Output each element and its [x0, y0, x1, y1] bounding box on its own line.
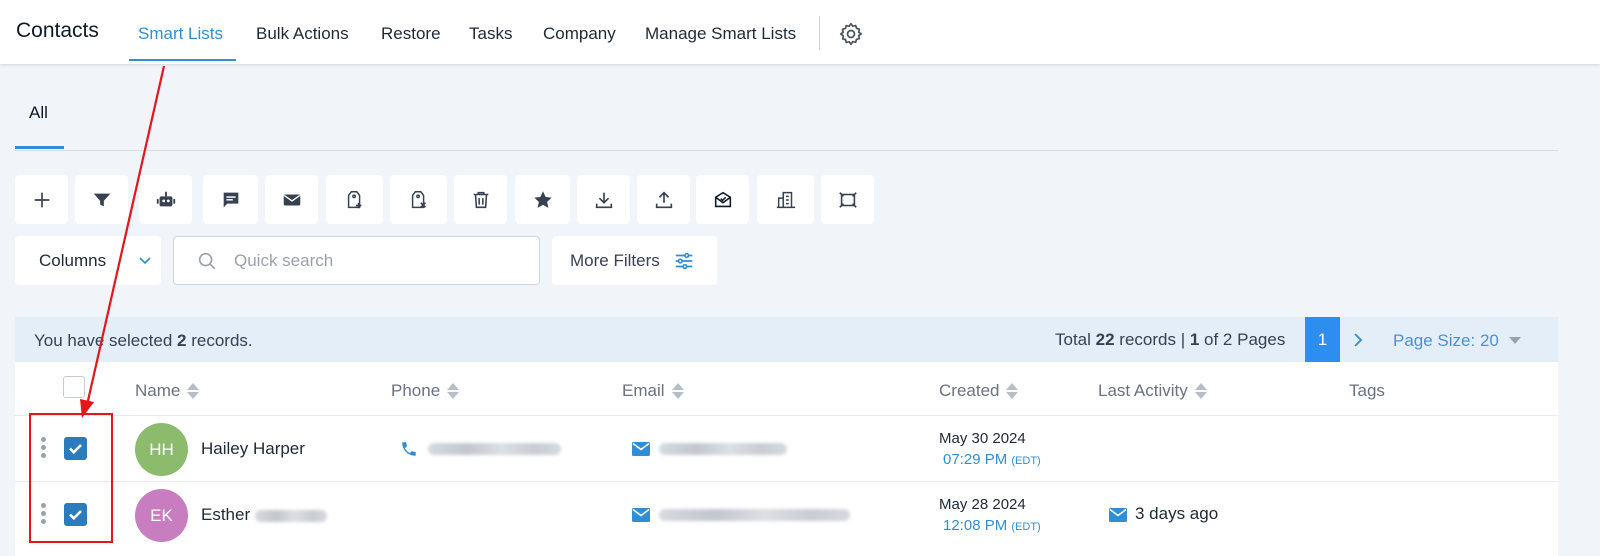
column-header-last-activity[interactable]: Last Activity	[1098, 381, 1207, 401]
nav-manage-smart-lists[interactable]: Manage Smart Lists	[645, 24, 796, 44]
merge-button[interactable]	[821, 175, 874, 224]
column-header-name[interactable]: Name	[135, 381, 200, 401]
created-time: 12:08 PM (EDT)	[943, 517, 1041, 534]
sort-icon	[447, 382, 460, 400]
add-to-company-button[interactable]	[757, 175, 814, 224]
nav-tasks[interactable]: Tasks	[469, 24, 512, 44]
envelope-icon[interactable]	[632, 508, 650, 522]
created-date: May 30 2024	[939, 430, 1026, 447]
top-nav: Contacts Smart Lists Bulk Actions Restor…	[0, 0, 1600, 64]
page-size-select[interactable]: Page Size: 20	[1393, 331, 1499, 351]
contact-name[interactable]: Esther	[201, 505, 327, 525]
message-icon	[223, 192, 238, 207]
created-date: May 28 2024	[939, 496, 1026, 513]
checkmark-icon	[69, 510, 82, 521]
import-button[interactable]	[637, 175, 690, 224]
current-page: 1	[1189, 330, 1200, 349]
page-button-1[interactable]: 1	[1305, 317, 1340, 362]
more-filters-label: More Filters	[570, 251, 660, 270]
automation-button[interactable]	[139, 175, 192, 224]
email-verify-button[interactable]	[696, 175, 749, 224]
company-icon	[776, 191, 795, 208]
star-icon	[533, 190, 552, 208]
drag-handle-icon[interactable]	[41, 503, 47, 527]
nav-bulk-actions[interactable]: Bulk Actions	[256, 24, 349, 44]
nav-divider	[819, 16, 820, 50]
nav-company[interactable]: Company	[543, 24, 616, 44]
sort-icon	[1194, 382, 1207, 400]
avatar: EK	[135, 489, 188, 542]
more-filters-button[interactable]: More Filters	[552, 236, 717, 285]
column-header-created[interactable]: Created	[939, 381, 1019, 401]
row-checkbox[interactable]	[64, 437, 87, 460]
send-email-button[interactable]	[265, 175, 318, 224]
add-contact-button[interactable]	[15, 175, 68, 224]
column-header-phone[interactable]: Phone	[391, 381, 460, 401]
quick-search[interactable]	[173, 236, 540, 285]
drag-handle-icon[interactable]	[41, 437, 47, 461]
envelope-icon	[283, 194, 300, 205]
email-redacted	[659, 443, 787, 455]
caret-down-icon[interactable]	[1509, 337, 1521, 345]
sort-icon	[187, 382, 200, 400]
add-tag-button[interactable]	[326, 175, 383, 224]
envelope-icon	[1109, 508, 1127, 522]
tab-divider	[15, 150, 1558, 151]
columns-label: Columns	[39, 251, 107, 270]
selection-summary: You have selected 2 records.	[34, 331, 253, 350]
trash-icon	[473, 191, 488, 208]
active-nav-indicator	[129, 59, 236, 61]
merge-icon	[838, 191, 857, 208]
phone-redacted	[428, 443, 561, 455]
search-icon	[198, 252, 216, 270]
send-sms-button[interactable]	[203, 175, 258, 224]
sort-icon	[671, 382, 684, 400]
sliders-icon	[675, 252, 693, 270]
gear-icon[interactable]	[838, 21, 864, 47]
envelope-icon[interactable]	[632, 442, 650, 456]
email-redacted	[659, 509, 850, 521]
selection-bar: You have selected 2 records. Total 22 re…	[15, 317, 1558, 362]
created-time: 07:29 PM (EDT)	[943, 451, 1041, 468]
contacts-table: Name Phone Email Created Last Activity T…	[15, 362, 1558, 556]
column-header-tags: Tags	[1349, 381, 1385, 400]
phone-icon[interactable]	[400, 440, 418, 458]
app-title: Contacts	[16, 19, 99, 42]
table-row[interactable]: HH Hailey Harper May 30 2024 07:29 PM (E…	[15, 416, 1558, 481]
column-header-email[interactable]: Email	[622, 381, 684, 401]
delete-button[interactable]	[454, 175, 507, 224]
selected-count: 2	[177, 331, 187, 350]
surname-redacted	[254, 509, 327, 522]
nav-restore[interactable]: Restore	[381, 24, 441, 44]
total-count: 22	[1095, 330, 1115, 349]
search-input[interactable]	[234, 247, 524, 275]
upload-icon	[655, 190, 672, 208]
last-activity: 3 days ago	[1135, 504, 1219, 523]
records-total: Total 22 records | 1 of 2 Pages	[1055, 330, 1286, 349]
checkmark-icon	[69, 444, 82, 455]
download-icon	[595, 192, 612, 208]
sort-icon	[1006, 382, 1019, 400]
chevron-down-icon	[139, 257, 151, 265]
filter-icon	[93, 193, 110, 206]
table-row[interactable]: EK Esther May 28 2024 12:08 PM (EDT) 3 d…	[15, 482, 1558, 547]
nav-smart-lists[interactable]: Smart Lists	[138, 24, 223, 44]
row-checkbox[interactable]	[64, 503, 87, 526]
tab-all[interactable]: All	[29, 103, 48, 123]
robot-icon	[156, 191, 175, 206]
remove-tag-icon	[411, 190, 426, 208]
export-button[interactable]	[577, 175, 630, 224]
active-tab-indicator	[15, 146, 64, 149]
contact-name[interactable]: Hailey Harper	[201, 439, 305, 459]
review-request-button[interactable]	[515, 175, 570, 224]
add-tag-icon	[347, 190, 361, 208]
email-verify-icon	[714, 191, 731, 207]
chevron-right-icon[interactable]	[1350, 331, 1366, 349]
avatar: HH	[135, 423, 188, 476]
select-all-checkbox[interactable]	[63, 376, 85, 398]
columns-dropdown[interactable]: Columns	[15, 236, 161, 285]
plus-icon	[34, 192, 49, 207]
filter-button[interactable]	[75, 175, 128, 224]
remove-tag-button[interactable]	[390, 175, 447, 224]
